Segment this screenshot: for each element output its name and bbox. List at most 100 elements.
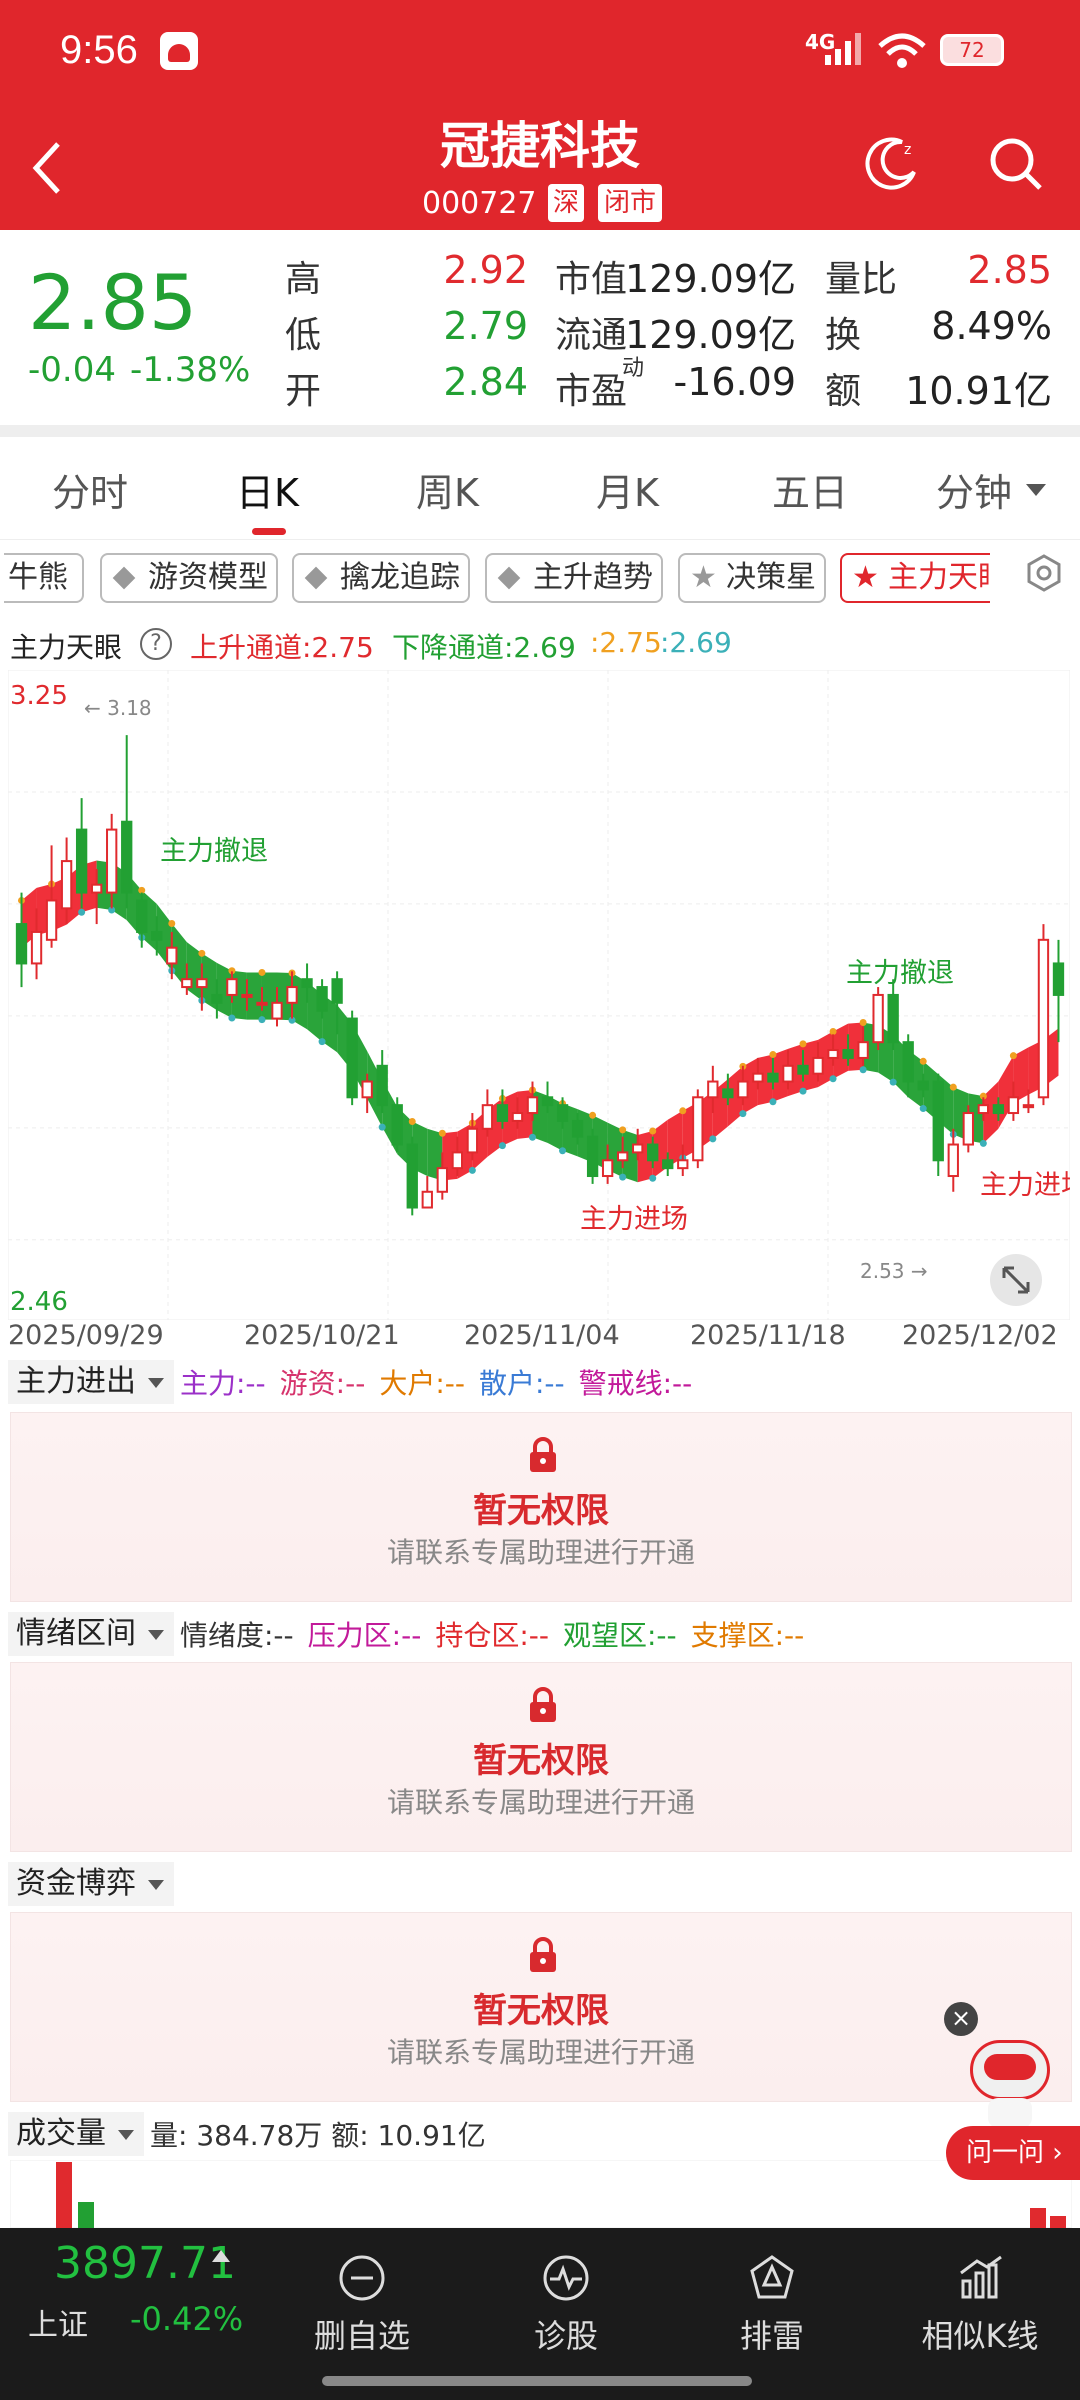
robot-assistant-icon[interactable] (950, 2040, 1070, 2130)
annotation-retreat: 主力撤退 (160, 836, 268, 867)
candle-body (917, 1080, 929, 1091)
tab-intraday[interactable]: 分时 (52, 462, 128, 517)
locked-subtitle: 请联系专属助理进行开通 (386, 1536, 695, 1569)
vol-ratio-value: 2.85 (967, 248, 1052, 292)
candle-body (30, 930, 43, 965)
section-sentiment-button[interactable]: 情绪区间 (8, 1612, 174, 1656)
float-value: 129.09亿 (625, 313, 796, 357)
similar-kline-button[interactable]: 相似K线 (900, 2243, 1060, 2357)
candle-body (842, 1049, 854, 1059)
search-icon[interactable] (986, 134, 1046, 194)
high-label: 高 (285, 259, 322, 300)
section-capital-game-button[interactable]: 资金博弈 (8, 1862, 174, 1906)
diamond-icon (112, 566, 136, 590)
indicator-label: 主力天眼 (888, 560, 990, 595)
close-icon[interactable]: × (944, 2002, 978, 2036)
legend-item: 大户:-- (379, 1367, 465, 1400)
diagnose-button[interactable]: 诊股 (496, 2243, 636, 2357)
lower-line-dot (889, 1078, 897, 1086)
battery-level: 72 (959, 38, 985, 62)
risk-scan-button[interactable]: 排雷 (702, 2243, 842, 2357)
locked-title: 暂无权限 (473, 1491, 609, 1531)
upper-line-dot (919, 1057, 927, 1065)
annotation-enter: 主力进场 (980, 1170, 1070, 1201)
section-volume-button[interactable]: 成交量 (8, 2112, 144, 2156)
candle-body (662, 1159, 674, 1170)
min-marker: 2.53 → (860, 1259, 928, 1283)
locked-subtitle: 请联系专属助理进行开通 (386, 1786, 695, 1819)
candle-body (436, 1167, 448, 1193)
tab-monthly-k[interactable]: 月K (596, 462, 659, 517)
candle-body (376, 1064, 388, 1107)
section-main-flow-button[interactable]: 主力进出 (8, 1360, 174, 1404)
battery-icon: 72 (940, 34, 1004, 66)
stock-code: 000727 (422, 186, 537, 221)
lower-line-dot (799, 1087, 807, 1095)
star-icon: ★ (690, 560, 717, 595)
open-value: 2.84 (443, 360, 528, 404)
locked-title: 暂无权限 (473, 1741, 609, 1781)
chart-indicator-name: 主力天眼 (10, 631, 123, 664)
night-mode-icon[interactable]: z (862, 134, 922, 194)
lower-line-dot (709, 1135, 717, 1143)
legend-item: 情绪度:-- (180, 1619, 294, 1652)
lock-icon (530, 1687, 556, 1722)
candle-body (421, 1190, 433, 1209)
candle-body (106, 828, 118, 894)
lower-line-dot (769, 1098, 777, 1106)
indicator-zhusheng[interactable]: 主升趋势 (485, 553, 663, 603)
candle-body (647, 1143, 659, 1162)
period-tabs: 分时 日K 周K 月K 五日 分钟 (0, 440, 1080, 540)
upper-line-dot (859, 1018, 867, 1026)
upper-line-dot (258, 968, 266, 976)
candle-body (90, 883, 103, 894)
upper-line-dot (829, 1027, 837, 1035)
upper-line-dot (168, 920, 176, 928)
tab-daily-k[interactable]: 日K (236, 462, 299, 517)
ask-button[interactable]: 问一问 › (946, 2126, 1080, 2180)
app-header: 9:56 4G 72 冠捷科技 000727 深 闭市 z (0, 0, 1080, 230)
candle-body (692, 1096, 704, 1162)
upper-line-dot (949, 1083, 957, 1091)
status-time: 9:56 (60, 28, 138, 72)
indicator-youzi[interactable]: 游资模型 (100, 553, 278, 603)
candle-body (241, 993, 253, 998)
lower-line-dot (498, 1142, 506, 1150)
indicator-label: 主升趋势 (533, 560, 653, 595)
upper-line-dot (408, 1117, 416, 1125)
indicator-niuxiong[interactable]: 牛熊 (4, 553, 84, 603)
lower-line-dot (979, 1139, 987, 1147)
help-icon[interactable]: ? (140, 628, 172, 660)
indicator-juece[interactable]: ★ 决策星 (678, 553, 826, 603)
signal-icon (825, 33, 861, 65)
candle-body (947, 1143, 959, 1178)
price-change: -0.04 (28, 350, 116, 390)
candle-body (827, 1049, 839, 1059)
bottom-item-label: 相似K线 (921, 2317, 1039, 2355)
candle-body (331, 978, 343, 1004)
lower-line-dot (619, 1173, 627, 1181)
tab-five-day[interactable]: 五日 (772, 462, 848, 517)
candle-body (902, 1041, 914, 1083)
tab-minute[interactable]: 分钟 (936, 462, 1012, 517)
candle-body (541, 1096, 554, 1107)
indicator-label: 游资模型 (148, 560, 268, 595)
turnover-value: 8.49% (931, 304, 1052, 348)
candle-body (857, 1041, 869, 1059)
indicator-qinlong[interactable]: 擒龙追踪 (292, 553, 470, 603)
indicator-tianyan[interactable]: ★ 主力天眼 (840, 553, 990, 603)
price-change-pct: -1.38% (130, 350, 251, 390)
turnover-label: 换 (825, 315, 862, 356)
candle-body (151, 930, 163, 941)
lower-line-dot (78, 908, 86, 916)
upper-line-dot (589, 1111, 597, 1119)
settings-icon[interactable] (1024, 553, 1064, 593)
candle-body (166, 946, 178, 965)
k-line-chart[interactable]: 3.252.46← 3.182.53 →主力撤退主力撤退主力进场主力进场 (8, 670, 1070, 1320)
tab-weekly-k[interactable]: 周K (416, 462, 479, 517)
remove-watchlist-button[interactable]: 删自选 (292, 2243, 432, 2357)
y-max-label: 3.25 (10, 681, 68, 711)
lower-line-dot (919, 1105, 927, 1113)
candle-body (301, 978, 313, 989)
candle-body (752, 1072, 764, 1083)
